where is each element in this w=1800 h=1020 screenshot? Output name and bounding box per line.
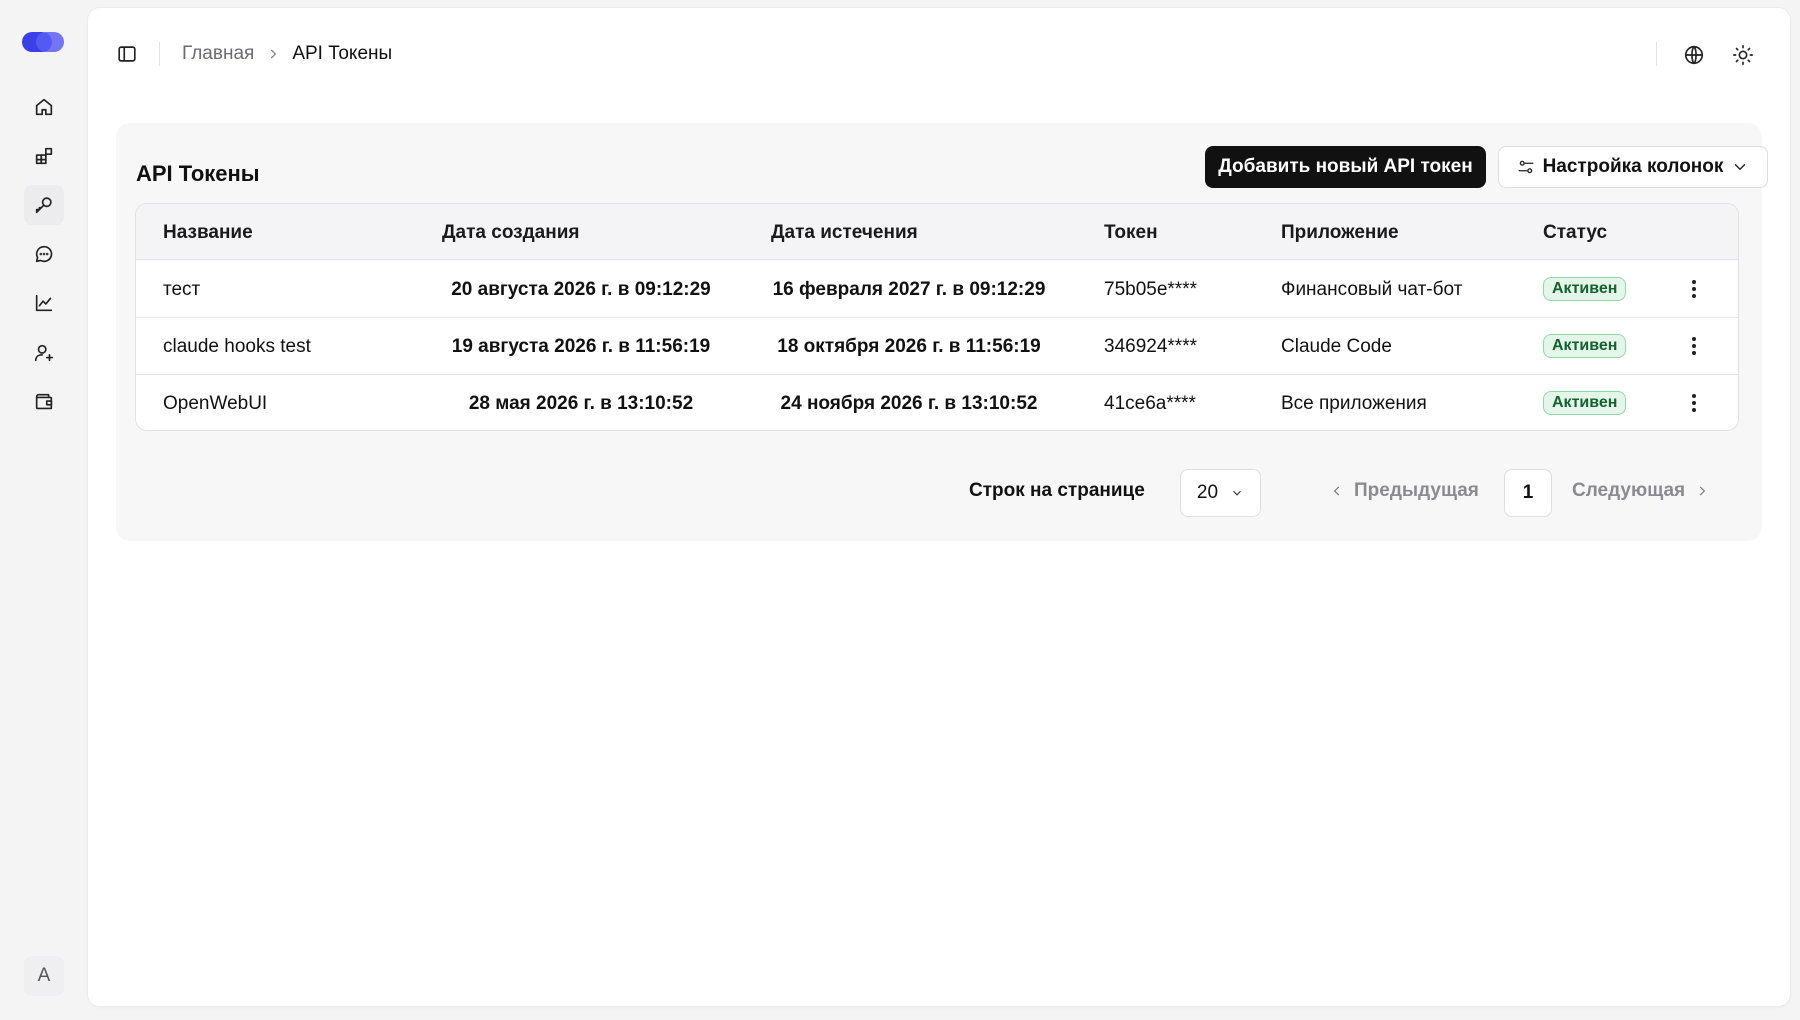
table-row[interactable]: тест 20 августа 2026 г. в 09:12:29 16 фе… [136,261,1738,318]
status-badge: Активен [1543,277,1627,301]
sidebar: A [0,0,88,1020]
status-badge: Активен [1543,334,1627,358]
app-name: Claude Code [1281,336,1392,357]
chat-icon [35,245,53,263]
token-name: OpenWebUI [163,393,268,414]
rows-per-page-value: 20 [1196,482,1219,503]
previous-page-button[interactable]: Предыдущая [1330,480,1479,502]
breadcrumb-home[interactable]: Главная [182,43,254,65]
sliders-icon [1518,160,1534,174]
app-logo[interactable] [22,30,66,54]
token-value: 75b05e**** [1104,279,1197,300]
more-vertical-icon [1692,337,1696,355]
page-title: API Токены [136,161,260,186]
table-header: Название Дата создания Дата истечения То… [136,204,1738,260]
sidebar-item-users[interactable] [24,333,64,373]
expires-date: 16 февраля 2027 г. в 09:12:29 [772,279,1046,300]
theme-toggle-button[interactable] [1729,41,1757,69]
column-header-token[interactable]: Токен [1104,222,1158,244]
add-api-token-button[interactable]: Добавить новый API токен [1205,146,1486,188]
next-page-button[interactable]: Следующая [1572,480,1709,502]
globe-icon [1684,45,1704,65]
table-row[interactable]: OpenWebUI 28 мая 2026 г. в 13:10:52 24 н… [136,375,1738,430]
sidebar-item-apps[interactable] [24,136,64,176]
column-settings-button[interactable]: Настройка колонок [1498,146,1768,188]
sidebar-item-analytics[interactable] [24,283,64,323]
page-number-button[interactable]: 1 [1504,469,1552,517]
row-actions-button[interactable] [1684,332,1704,360]
table-row[interactable]: claude hooks test 19 августа 2026 г. в 1… [136,318,1738,375]
next-page-label: Следующая [1572,480,1686,501]
chevron-down-icon [1735,164,1746,171]
chart-icon [35,294,53,312]
column-header-app[interactable]: Приложение [1281,222,1399,244]
apps-icon [35,147,53,165]
user-avatar[interactable]: A [24,956,64,996]
divider [1656,42,1657,66]
sun-icon [1733,45,1753,65]
sidebar-item-api-tokens[interactable] [24,185,64,225]
created-date: 28 мая 2026 г. в 13:10:52 [468,393,694,414]
expires-date: 18 октября 2026 г. в 11:56:19 [777,336,1041,357]
token-name: claude hooks test [163,336,311,357]
api-tokens-card: API Токены Добавить новый API токен Наст… [116,123,1768,541]
more-vertical-icon [1692,280,1696,298]
created-date: 19 августа 2026 г. в 11:56:19 [451,336,711,357]
column-header-status[interactable]: Статус [1543,222,1607,244]
previous-page-label: Предыдущая [1354,480,1479,501]
key-icon [35,197,52,214]
api-tokens-table: Название Дата создания Дата истечения То… [135,203,1739,431]
top-bar: Главная API Токены [88,8,1790,96]
rows-per-page-label: Строк на странице [969,480,1145,501]
main-panel: Главная API Токены API Токены Добавить н… [88,8,1790,1006]
user-add-icon [34,344,54,362]
token-name: тест [163,279,201,300]
breadcrumb: Главная API Токены [182,42,392,66]
column-header-name[interactable]: Название [163,222,253,244]
token-value: 41ce6a**** [1104,393,1196,414]
column-settings-label: Настройка колонок [1542,156,1724,177]
language-button[interactable] [1680,41,1708,69]
row-actions-button[interactable] [1684,275,1704,303]
home-icon [35,98,53,116]
chevron-right-icon [266,47,280,61]
sidebar-item-billing[interactable] [24,382,64,422]
divider [159,42,160,66]
wallet-icon [35,393,53,410]
chevron-right-icon [1699,486,1706,496]
app-name: Все приложения [1281,393,1427,414]
column-header-expires[interactable]: Дата истечения [771,222,918,244]
chevron-left-icon [1333,486,1340,496]
sidebar-toggle-button[interactable] [114,41,140,67]
sidebar-item-home[interactable] [24,87,64,127]
created-date: 20 августа 2026 г. в 09:12:29 [451,279,711,300]
more-vertical-icon [1692,394,1696,412]
chevron-down-icon [1233,490,1241,496]
row-actions-button[interactable] [1684,389,1704,417]
token-value: 346924**** [1104,336,1197,357]
sidebar-item-chat[interactable] [24,234,64,274]
app-name: Финансовый чат-бот [1281,279,1463,300]
rows-per-page-select[interactable]: 20 [1180,469,1261,517]
expires-date: 24 ноября 2026 г. в 13:10:52 [780,393,1038,414]
breadcrumb-current: API Токены [292,43,393,64]
panel-left-icon [118,46,136,62]
status-badge: Активен [1543,391,1627,415]
column-header-created[interactable]: Дата создания [442,222,580,244]
